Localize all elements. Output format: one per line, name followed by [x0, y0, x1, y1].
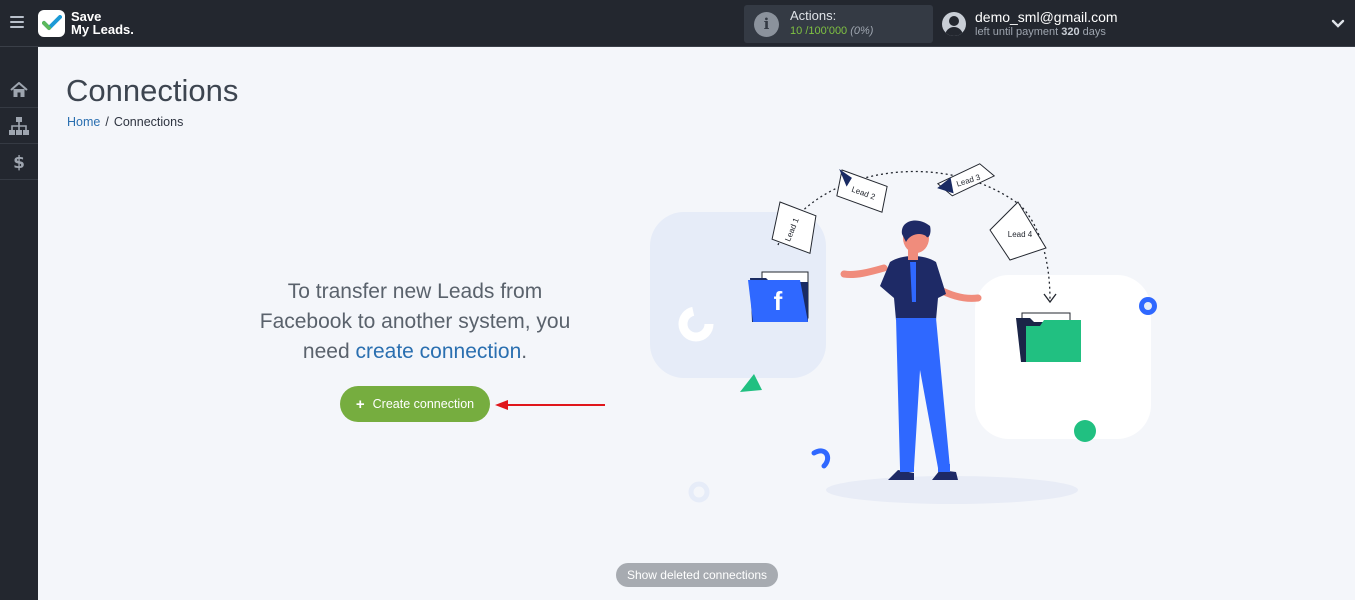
- sidebar: $: [0, 47, 38, 600]
- empty-state-message: To transfer new Leads from Facebook to a…: [229, 277, 601, 367]
- breadcrumb-home-link[interactable]: Home: [67, 115, 100, 129]
- actions-counter: i Actions: 10 /100'000 (0%): [744, 5, 933, 43]
- sidebar-item-connections[interactable]: [0, 109, 38, 144]
- actions-used: 10: [790, 25, 803, 37]
- illustration: f Lead 1 Lead 2 Lead 3 Lead 4: [650, 163, 1157, 504]
- user-email[interactable]: demo_sml@gmail.com: [975, 9, 1118, 25]
- svg-text:f: f: [774, 286, 783, 316]
- message-end: .: [521, 340, 528, 363]
- actions-percent: (0%): [850, 25, 874, 37]
- logo-check-icon: [38, 9, 65, 37]
- actions-value: 10 /100'000 (0%): [790, 25, 873, 37]
- payment-status: left until payment 320 days: [975, 26, 1106, 38]
- create-connection-label: Create connection: [372, 397, 475, 411]
- payment-prefix: left until payment: [975, 26, 1059, 38]
- info-icon: i: [754, 12, 779, 37]
- lead-card-2: Lead 2: [836, 168, 888, 213]
- floor-shadow: [826, 476, 1078, 504]
- create-connection-link[interactable]: create connection: [355, 340, 521, 363]
- show-deleted-connections-button[interactable]: Show deleted connections: [616, 563, 778, 587]
- logo-line2: My Leads.: [71, 22, 134, 37]
- logo-text: Save My Leads.: [71, 10, 134, 36]
- decor-ring-pale: [688, 481, 710, 503]
- destination-folder-icon: [1016, 312, 1081, 362]
- person-figure: [840, 220, 982, 480]
- logo[interactable]: Save My Leads.: [38, 8, 134, 38]
- actions-total: /100'000: [805, 25, 848, 37]
- chevron-down-icon[interactable]: [1330, 15, 1346, 31]
- svg-text:$: $: [13, 153, 25, 171]
- sidebar-item-billing[interactable]: $: [0, 145, 38, 180]
- plus-icon: +: [355, 395, 365, 413]
- top-bar: Save My Leads. i Actions: 10 /100'000 (0…: [0, 0, 1355, 47]
- facebook-folder-icon: f: [748, 271, 809, 322]
- page-title: Connections: [66, 73, 239, 108]
- decor-dot-green: [1074, 420, 1096, 442]
- payment-days: 320: [1061, 26, 1080, 38]
- sidebar-item-home[interactable]: [0, 73, 38, 108]
- breadcrumb: Home / Connections: [67, 115, 183, 129]
- message-line3: need create connection.: [229, 337, 601, 367]
- sitemap-icon: [9, 117, 29, 135]
- decor-arc-blue: [811, 448, 831, 469]
- svg-text:Lead 4: Lead 4: [1008, 230, 1033, 239]
- lead-card-4: Lead 4: [989, 201, 1047, 261]
- message-line1: To transfer new Leads from: [287, 280, 543, 303]
- message-line2: Facebook to another system, you: [259, 310, 571, 333]
- home-icon: [10, 82, 28, 97]
- user-avatar-icon[interactable]: [942, 12, 966, 36]
- breadcrumb-current: Connections: [113, 115, 184, 129]
- lead-card-3: Lead 3: [936, 163, 996, 197]
- hamburger-menu-icon[interactable]: [8, 13, 28, 33]
- payment-suffix: days: [1082, 26, 1106, 38]
- breadcrumb-separator: /: [105, 115, 109, 129]
- actions-label: Actions:: [790, 8, 837, 23]
- create-connection-button[interactable]: + Create connection: [340, 386, 490, 422]
- message-line3-prefix: need: [302, 340, 350, 363]
- pointer-arrow-icon: [495, 400, 605, 410]
- dollar-icon: $: [13, 153, 25, 171]
